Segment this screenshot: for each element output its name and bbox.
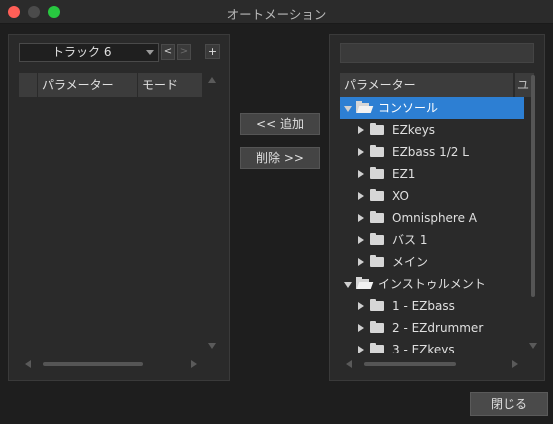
disclosure-collapsed-icon[interactable]	[358, 236, 364, 244]
right-horizontal-scrollbar[interactable]	[344, 357, 524, 371]
folder-icon	[370, 167, 384, 179]
column-header-checkbox[interactable]	[19, 73, 38, 97]
scroll-right-icon[interactable]	[512, 360, 518, 368]
search-input[interactable]	[340, 43, 534, 63]
available-parameters-panel: パラメーター ユ コンソール EZkeys EZbass 1/2 L EZ1 XO Omn…	[329, 34, 545, 381]
right-vertical-scroll-thumb[interactable]	[531, 75, 535, 297]
add-parameter-button[interactable]: +	[205, 44, 220, 59]
tree-folder-row[interactable]: インストゥルメント	[340, 273, 524, 295]
scroll-left-icon[interactable]	[25, 360, 31, 368]
folder-icon	[370, 255, 384, 267]
folder-icon	[370, 123, 384, 135]
scroll-down-icon[interactable]	[529, 343, 537, 349]
tree-item-label: EZbass 1/2 L	[392, 145, 469, 159]
tree-item-label: コンソール	[378, 101, 439, 115]
folder-icon	[370, 299, 384, 311]
add-button[interactable]: << 追加	[240, 113, 320, 135]
tree-item-row[interactable]: 3 - EZkeys	[340, 339, 524, 353]
left-horizontal-scroll-thumb[interactable]	[43, 362, 143, 366]
tree-item-label: EZ1	[392, 167, 416, 181]
column-header-parameter[interactable]: パラメーター	[38, 73, 138, 97]
disclosure-collapsed-icon[interactable]	[358, 126, 364, 134]
folder-icon	[370, 189, 384, 201]
disclosure-collapsed-icon[interactable]	[358, 214, 364, 222]
folder-icon	[370, 321, 384, 333]
tree-item-label: メイン	[392, 255, 429, 269]
tree-item-row[interactable]: バス 1	[340, 229, 524, 251]
disclosure-collapsed-icon[interactable]	[358, 324, 364, 332]
tree-folder-row[interactable]: コンソール	[340, 97, 524, 119]
tree-item-row[interactable]: EZ1	[340, 163, 524, 185]
tree-item-label: バス 1	[392, 233, 428, 247]
scroll-up-icon[interactable]	[208, 77, 216, 83]
disclosure-expanded-icon[interactable]	[344, 282, 352, 288]
folder-icon	[370, 145, 384, 157]
chevron-down-icon	[146, 50, 154, 55]
track-select[interactable]: トラック 6	[19, 43, 159, 62]
track-parameter-table[interactable]: パラメーター モード	[19, 73, 203, 353]
parameter-tree[interactable]: パラメーター ユ コンソール EZkeys EZbass 1/2 L EZ1 XO Omn…	[340, 73, 534, 353]
column-header-parameter[interactable]: パラメーター	[340, 73, 514, 97]
next-track-button[interactable]: >	[177, 44, 191, 60]
folder-icon	[370, 343, 384, 353]
scroll-down-icon[interactable]	[208, 343, 216, 349]
folder-open-icon	[356, 101, 374, 113]
tree-item-label: 1 - EZbass	[392, 299, 455, 313]
tree-item-label: 3 - EZkeys	[392, 343, 455, 353]
tree-item-row[interactable]: 2 - EZdrummer	[340, 317, 524, 339]
tree-item-row[interactable]: 1 - EZbass	[340, 295, 524, 317]
track-parameters-panel: トラック 6 < > + パラメーター モード	[8, 34, 230, 381]
disclosure-collapsed-icon[interactable]	[358, 302, 364, 310]
folder-icon	[370, 211, 384, 223]
tree-item-row[interactable]: XO	[340, 185, 524, 207]
tree-item-row[interactable]: Omnisphere A	[340, 207, 524, 229]
disclosure-collapsed-icon[interactable]	[358, 170, 364, 178]
column-header-mode[interactable]: モード	[138, 73, 203, 97]
remove-button[interactable]: 削除 >>	[240, 147, 320, 169]
tree-item-row[interactable]: メイン	[340, 251, 524, 273]
disclosure-collapsed-icon[interactable]	[358, 148, 364, 156]
window-title: オートメーション	[226, 7, 327, 22]
left-vertical-scrollbar[interactable]	[205, 73, 219, 353]
track-select-value: トラック 6	[52, 45, 112, 59]
right-vertical-scrollbar[interactable]	[526, 73, 540, 353]
tree-item-label: Omnisphere A	[392, 211, 478, 225]
disclosure-collapsed-icon[interactable]	[358, 258, 364, 266]
scroll-right-icon[interactable]	[191, 360, 197, 368]
disclosure-expanded-icon[interactable]	[344, 106, 352, 112]
tree-item-row[interactable]: EZbass 1/2 L	[340, 141, 524, 163]
folder-icon	[370, 233, 384, 245]
right-horizontal-scroll-thumb[interactable]	[364, 362, 456, 366]
scroll-left-icon[interactable]	[346, 360, 352, 368]
disclosure-collapsed-icon[interactable]	[358, 346, 364, 353]
tree-item-label: インストゥルメント	[378, 277, 486, 291]
disclosure-collapsed-icon[interactable]	[358, 192, 364, 200]
left-horizontal-scrollbar[interactable]	[23, 357, 203, 371]
title-bar: オートメーション	[0, 0, 553, 24]
previous-track-button[interactable]: <	[161, 44, 175, 60]
tree-item-label: XO	[392, 189, 409, 203]
tree-item-label: 2 - EZdrummer	[392, 321, 484, 335]
tree-item-row[interactable]: EZkeys	[340, 119, 524, 141]
folder-open-icon	[356, 277, 374, 289]
close-button[interactable]: 閉じる	[470, 392, 548, 416]
tree-item-label: EZkeys	[392, 123, 436, 137]
